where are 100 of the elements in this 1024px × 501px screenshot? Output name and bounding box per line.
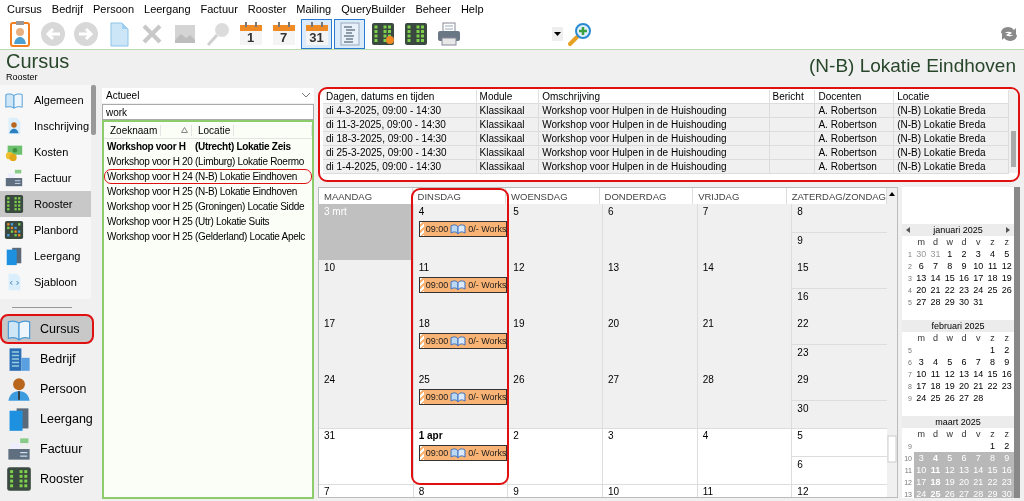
calendar-day[interactable]: 16: [999, 369, 1014, 379]
menu-item[interactable]: Cursus: [2, 3, 47, 15]
calendar-day[interactable]: 23: [956, 285, 972, 295]
column-header[interactable]: Zoeknaam: [104, 124, 192, 136]
list-row[interactable]: Workshop voor H (Utrecht) Lokatie Zeis: [104, 139, 312, 154]
menu-item[interactable]: Bedrijf: [46, 3, 89, 15]
calendar-day[interactable]: 27: [914, 297, 929, 307]
calendar-day[interactable]: 17: [971, 273, 986, 283]
calendar-day[interactable]: 20: [956, 381, 972, 391]
calendar-day[interactable]: 21: [971, 381, 986, 391]
calendar-day[interactable]: 25: [928, 393, 943, 403]
calendar-day[interactable]: 13: [956, 369, 972, 379]
calendar-day[interactable]: 19: [942, 381, 957, 391]
calendar-day[interactable]: 9: [999, 357, 1014, 367]
calendar-day[interactable]: 15: [942, 273, 957, 283]
calendar-day[interactable]: 25: [985, 285, 1000, 295]
calendar-day[interactable]: 29: [942, 297, 957, 307]
calendar-day[interactable]: 14: [971, 369, 986, 379]
calendar-day[interactable]: 18: [928, 381, 943, 391]
nav-item[interactable]: Algemeen: [0, 87, 91, 113]
list-row[interactable]: Workshop voor H 25 (Groningen) Locatie Sidde: [104, 199, 312, 214]
module-item[interactable]: Cursus: [0, 314, 94, 344]
menu-item[interactable]: Rooster: [242, 3, 292, 15]
calendar-day[interactable]: 1: [985, 441, 1000, 451]
calendar-day[interactable]: 15: [985, 369, 1000, 379]
calendar-day[interactable]: 1: [942, 249, 957, 259]
calendar-day[interactable]: 8: [942, 261, 957, 271]
left-arrow-icon[interactable]: [906, 227, 910, 233]
list-row[interactable]: Workshop voor H 25 (N-B) Lokatie Eindhoven: [104, 184, 312, 199]
calendar-day[interactable]: 20: [914, 285, 929, 295]
calendar-button[interactable]: 1: [235, 18, 266, 49]
calendar-day[interactable]: 7: [928, 261, 943, 271]
menu-item[interactable]: Leergang: [139, 3, 196, 15]
calendar-day[interactable]: 17: [914, 381, 929, 391]
menu-item[interactable]: Beheer: [410, 3, 456, 15]
calendar-day[interactable]: 27: [956, 393, 972, 403]
calendar-day[interactable]: 10: [914, 369, 929, 379]
calendar-day[interactable]: 8: [985, 357, 1000, 367]
nav-item[interactable]: Planbord: [0, 217, 91, 243]
calendar-day[interactable]: 22: [985, 381, 1000, 391]
calendar-button[interactable]: 7: [268, 18, 299, 49]
calendar-day[interactable]: 11: [928, 369, 943, 379]
calendar-day[interactable]: 2: [956, 249, 972, 259]
calendar-day[interactable]: 18: [985, 273, 1000, 283]
nav-item[interactable]: Kosten: [0, 139, 91, 165]
calendar-day[interactable]: 30: [956, 297, 972, 307]
calendar-day[interactable]: 19: [999, 273, 1014, 283]
calendar-day[interactable]: 11: [985, 261, 1000, 271]
dropdown-button[interactable]: [552, 26, 563, 41]
calendar-day[interactable]: 26: [942, 393, 957, 403]
module-item[interactable]: Persoon: [0, 374, 94, 404]
nav-item[interactable]: Leergang: [0, 243, 91, 269]
event-bar[interactable]: 09:00 0/- Works: [418, 277, 507, 293]
calendar-day[interactable]: 24: [914, 393, 929, 403]
calendar-day[interactable]: 31: [971, 297, 986, 307]
menu-item[interactable]: Factuur: [195, 3, 243, 15]
calendar-day[interactable]: 2: [999, 441, 1014, 451]
calendar-day[interactable]: 14: [928, 273, 943, 283]
module-item[interactable]: Factuur: [0, 434, 94, 464]
list-row[interactable]: Workshop voor H 25 (Gelderland) Locatie Apelc: [104, 229, 312, 244]
calendar-day[interactable]: 13: [914, 273, 929, 283]
module-item[interactable]: Rooster: [0, 464, 94, 494]
calendar-day[interactable]: 12: [942, 369, 957, 379]
right-arrow-icon[interactable]: [1006, 227, 1010, 233]
calendar-day[interactable]: 28: [928, 297, 943, 307]
calendar-day[interactable]: 7: [971, 357, 986, 367]
calendar-day[interactable]: 16: [956, 273, 972, 283]
calendar-day[interactable]: 4: [985, 249, 1000, 259]
search-field[interactable]: work: [102, 104, 314, 120]
calendar-day[interactable]: 28: [971, 393, 986, 403]
nav-item[interactable]: Inschrijving: [0, 113, 91, 139]
menu-item[interactable]: Mailing: [291, 3, 337, 15]
menu-item[interactable]: QueryBuilder: [336, 3, 411, 15]
calendar-day[interactable]: 6: [914, 261, 929, 271]
module-item[interactable]: Bedrijf: [0, 344, 94, 374]
nav-item[interactable]: Factuur: [0, 165, 91, 191]
calendar-day[interactable]: 12: [999, 261, 1014, 271]
calendar-day[interactable]: 9: [956, 261, 972, 271]
calendar-day[interactable]: 10: [971, 261, 986, 271]
calendar-day[interactable]: 2: [999, 345, 1014, 355]
menu-item[interactable]: Help: [455, 3, 489, 15]
calendar-day[interactable]: 24: [971, 285, 986, 295]
calendar-day[interactable]: 4: [928, 357, 943, 367]
list-row[interactable]: Workshop voor H 24 (N-B) Lokatie Eindhoven: [104, 169, 312, 184]
calendar-day[interactable]: 1: [985, 345, 1000, 355]
calendar-day[interactable]: 26: [999, 285, 1014, 295]
calendar-day[interactable]: 3: [914, 357, 929, 367]
calendar-day[interactable]: 5: [942, 357, 957, 367]
calendar-day[interactable]: 3: [971, 249, 986, 259]
calendar-day[interactable]: 6: [956, 357, 972, 367]
calendar-button[interactable]: 31: [301, 18, 332, 49]
calendar-day[interactable]: 5: [999, 249, 1014, 259]
nav-item[interactable]: Sjabloon: [0, 269, 91, 295]
module-item[interactable]: Leergang: [0, 404, 94, 434]
event-bar[interactable]: 09:00 0/- Works: [418, 221, 507, 237]
event-bar[interactable]: 09:00 0/- Works: [418, 445, 507, 461]
calendar-day[interactable]: 23: [999, 381, 1014, 391]
calendar-day[interactable]: 22: [942, 285, 957, 295]
column-header[interactable]: Locatie: [192, 124, 312, 136]
event-bar[interactable]: 09:00 0/- Works: [418, 389, 507, 405]
